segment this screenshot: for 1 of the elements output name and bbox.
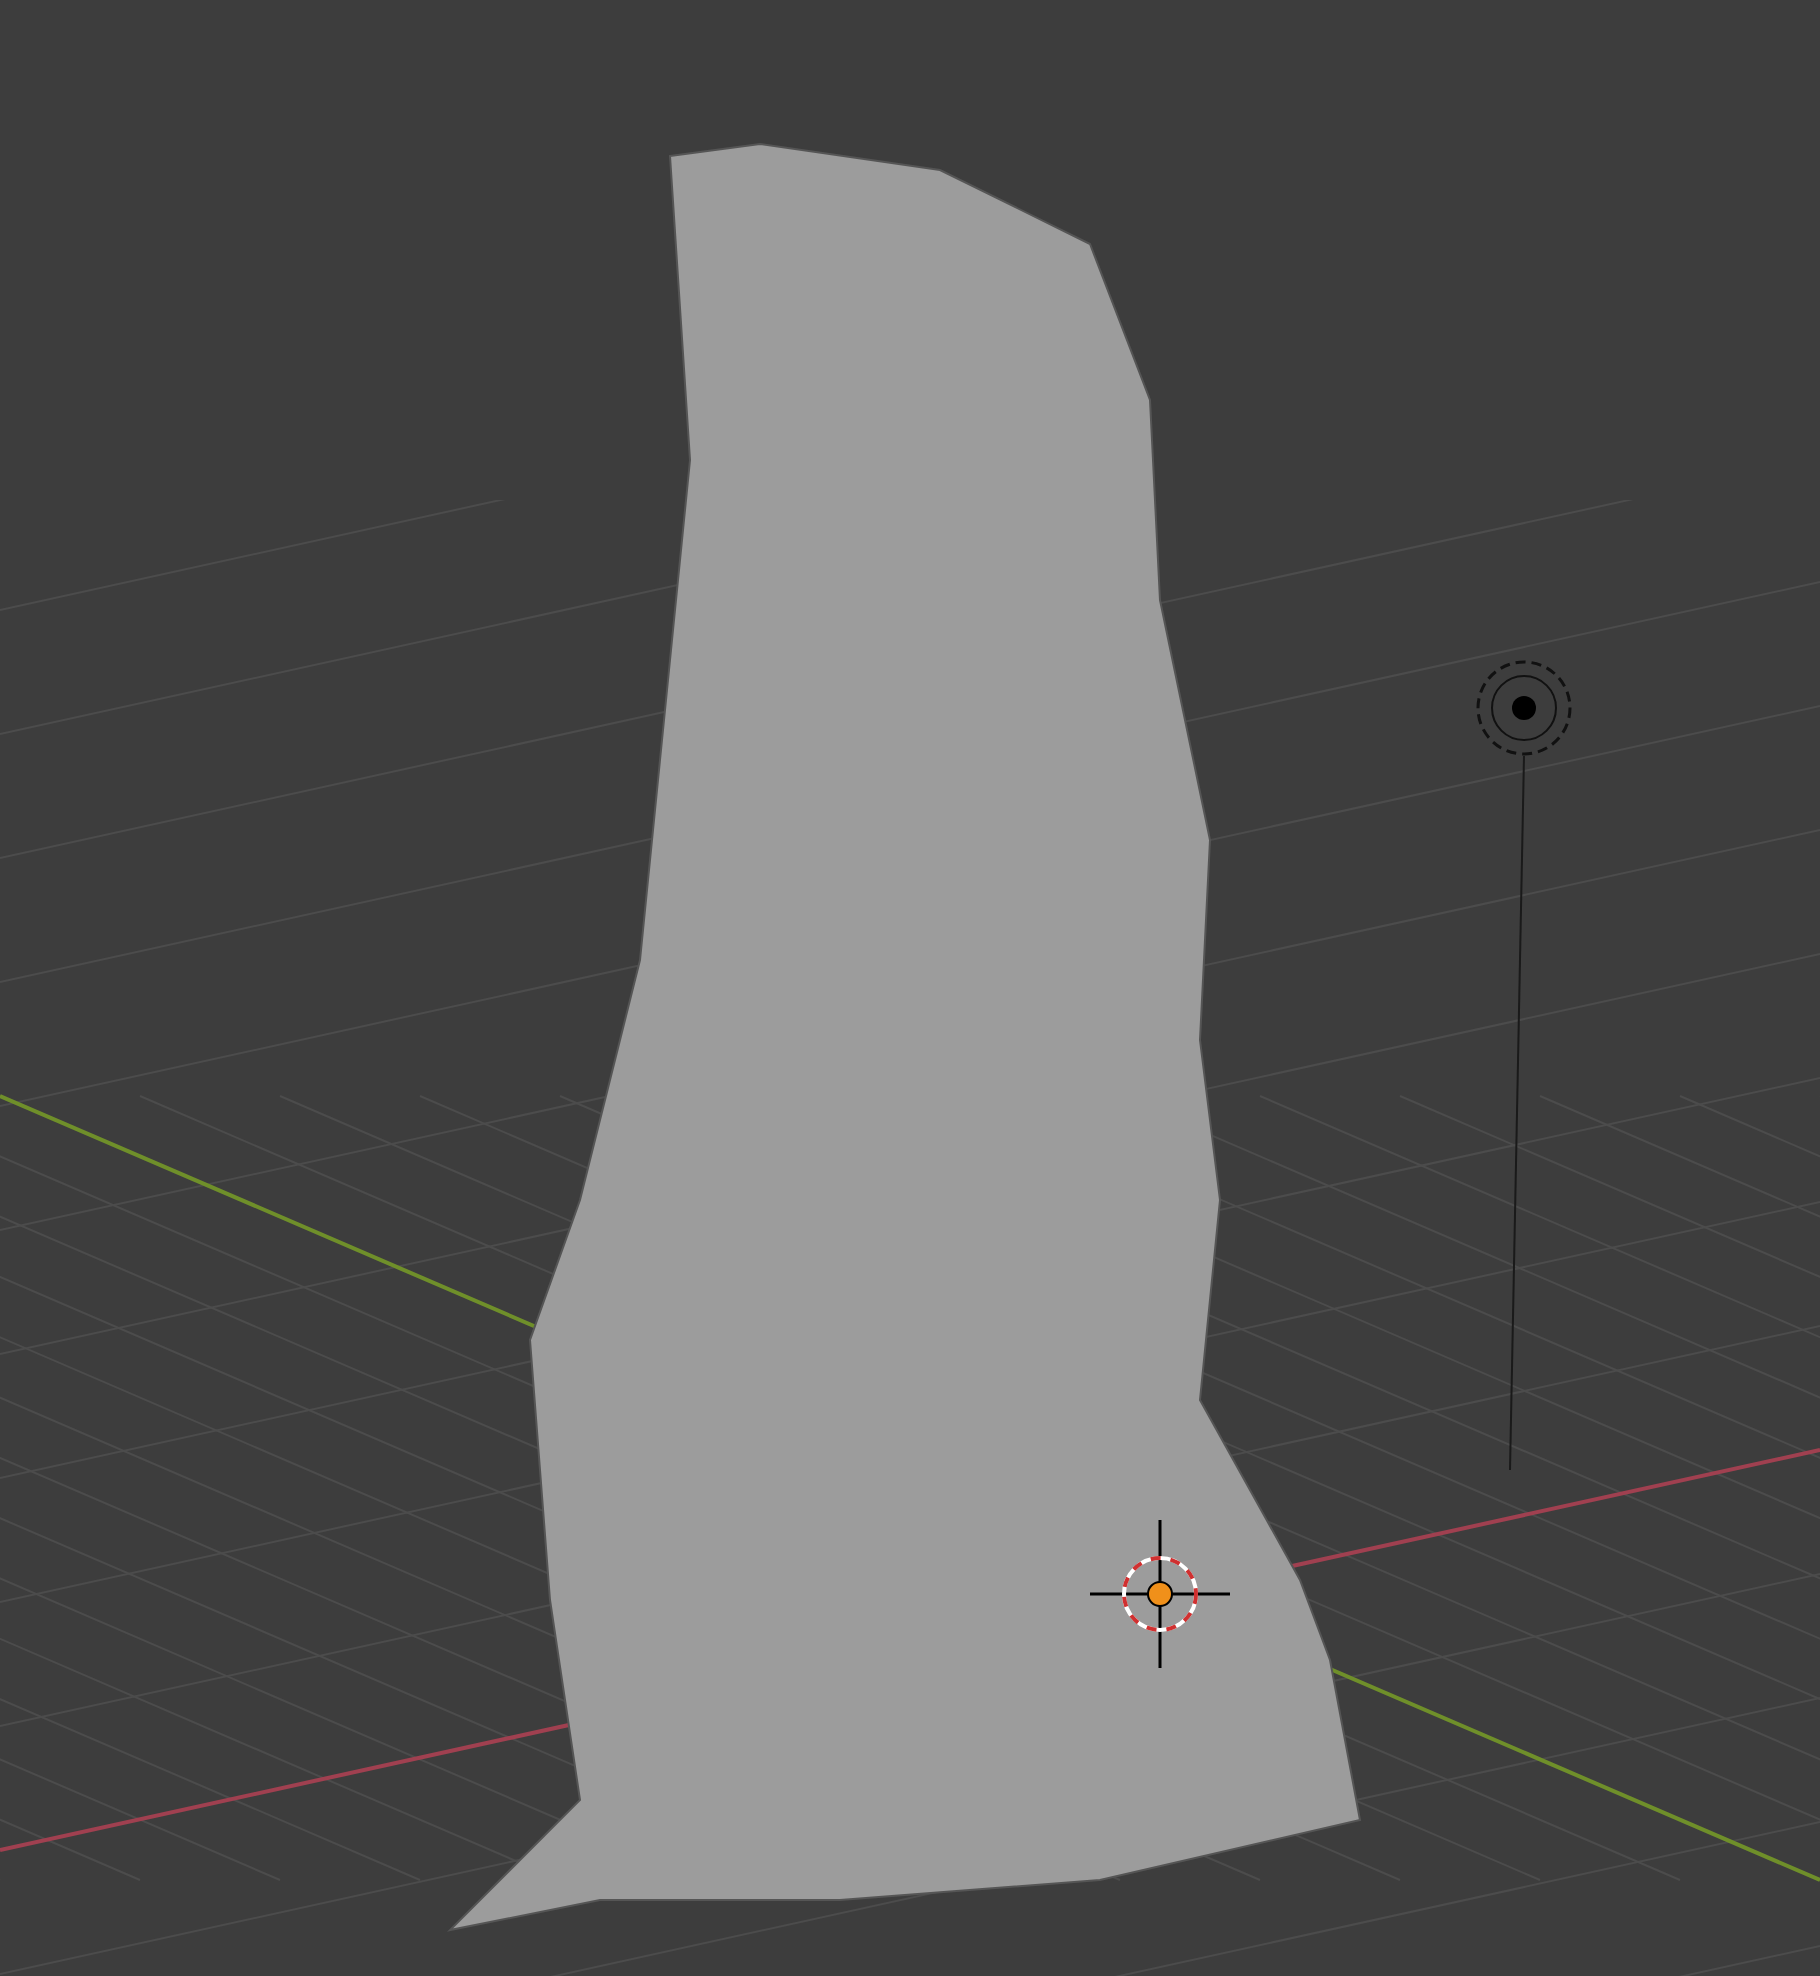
- crosshair-cursor-icon[interactable]: [1090, 1520, 1230, 1668]
